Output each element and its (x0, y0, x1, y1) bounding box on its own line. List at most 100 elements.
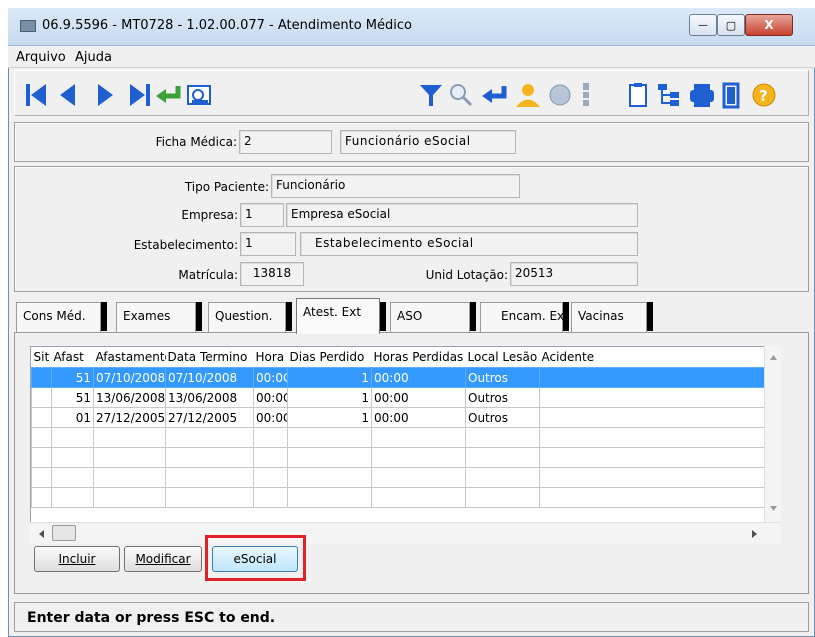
menu-arquivo[interactable]: Arquivo (16, 50, 66, 65)
cell-horas-perdidas: 00:00 (371, 367, 466, 388)
empresa-label: Empresa: (181, 208, 238, 222)
help-icon[interactable]: ? (752, 83, 776, 107)
cell-acidente (539, 367, 766, 388)
clipboard-icon[interactable] (629, 83, 647, 107)
estabelecimento-name-field: Estabelecimento eSocial (300, 232, 638, 256)
tipo-paciente-label: Tipo Paciente: (184, 180, 269, 194)
return-icon[interactable] (156, 86, 181, 103)
cell-afast: 51 (51, 367, 94, 388)
tree-icon[interactable] (658, 84, 679, 106)
close-icon: X (764, 18, 774, 32)
print-icon[interactable] (690, 84, 714, 107)
unid-lotacao-label: Unid Lotação: (425, 268, 508, 282)
col-sit-header[interactable]: Sit (31, 347, 52, 368)
enter-icon[interactable] (482, 86, 507, 103)
table-row[interactable]: 01 27/12/2005 27/12/2005 00:0C 1 00:00 O… (31, 407, 766, 428)
next-record-icon[interactable] (98, 84, 113, 106)
action-toolbar-icons: ? (420, 82, 776, 109)
table-row[interactable]: 51 07/10/2008 07/10/2008 00:0C 1 00:00 O… (31, 367, 766, 388)
cell-horas-perdidas: 00:00 (371, 387, 466, 408)
status-bar: Enter data or press ESC to end. (14, 602, 809, 632)
minimize-button[interactable]: — (689, 14, 717, 36)
filter-icon[interactable] (420, 85, 442, 106)
tab-atest-ext[interactable]: Atest. Ext (296, 298, 380, 334)
search-icon[interactable] (450, 84, 473, 107)
scroll-right-icon (752, 530, 757, 538)
tab-divider (563, 302, 569, 331)
table-row[interactable]: 51 13/06/2008 13/06/2008 00:0C 1 00:00 O… (31, 387, 766, 408)
grid-header-row: Sit Afast Afastamento Data Termino Hora … (31, 347, 766, 368)
cell-local-lesao: Outros (465, 367, 540, 388)
empresa-code-field[interactable]: 1 (240, 203, 284, 227)
col-local-lesao-header[interactable]: Local Lesão (465, 347, 540, 368)
incluir-button[interactable]: Incluir (34, 546, 120, 572)
unid-lotacao-field[interactable]: 20513 (510, 262, 638, 286)
incluir-label: Incluir (58, 552, 96, 566)
tab-divider (380, 302, 386, 331)
modificar-button[interactable]: Modificar (124, 546, 202, 572)
cell-data-termino: 27/12/2005 (165, 407, 254, 428)
cell-afastamento: 13/06/2008 (93, 387, 166, 408)
hscroll-arrows (39, 530, 757, 538)
estabelecimento-code-field[interactable]: 1 (240, 232, 296, 256)
maximize-button[interactable]: ▢ (717, 14, 745, 36)
modificar-label: Modificar (135, 552, 191, 566)
horizontal-scrollbar[interactable] (30, 522, 781, 544)
background (0, 0, 8, 637)
sort-icon[interactable] (583, 83, 589, 106)
grid-table: Sit Afast Afastamento Data Termino Hora … (31, 347, 766, 508)
highlight-box (205, 535, 306, 581)
cell-afast: 51 (51, 387, 94, 408)
svg-text:?: ? (759, 87, 768, 105)
tab-aso[interactable]: ASO (390, 302, 470, 332)
tab-encam-ext[interactable]: Encam. Ext (480, 302, 569, 332)
cell-acidente (539, 407, 766, 428)
tab-question[interactable]: Question. (208, 302, 286, 332)
first-record-icon[interactable] (26, 84, 46, 106)
estabelecimento-label: Estabelecimento: (133, 238, 238, 252)
cell-afastamento: 07/10/2008 (93, 367, 166, 388)
vertical-scrollbar[interactable] (764, 346, 781, 522)
previous-record-icon[interactable] (60, 84, 75, 106)
ficha-label: Ficha Médica: (155, 135, 237, 149)
empty-row (31, 467, 766, 488)
stop-icon[interactable] (549, 84, 571, 106)
user-icon[interactable] (516, 84, 540, 107)
atestados-grid[interactable]: Sit Afast Afastamento Data Termino Hora … (30, 346, 781, 544)
empty-row (31, 447, 766, 468)
scroll-down-icon (770, 506, 777, 511)
cell-hora: 00:0C (253, 387, 288, 408)
tab-cons-med[interactable]: Cons Méd. (16, 302, 101, 332)
maximize-icon: ▢ (725, 18, 737, 32)
tab-divider (101, 302, 107, 331)
col-dias-perdido-header[interactable]: Dias Perdido (287, 347, 372, 368)
last-record-icon[interactable] (130, 84, 150, 106)
tab-divider (196, 302, 202, 331)
close-button[interactable]: X (745, 14, 793, 36)
empty-row (31, 427, 766, 448)
col-afastamento-header[interactable]: Afastamento (93, 347, 166, 368)
menu-ajuda[interactable]: Ajuda (75, 50, 112, 65)
col-horas-perdidas-header[interactable]: Horas Perdidas (371, 347, 466, 368)
scroll-thumb[interactable] (52, 525, 76, 541)
ficha-name-field: Funcionário eSocial (340, 130, 516, 154)
ficha-field[interactable]: 2 (239, 130, 332, 154)
cell-sit (31, 407, 52, 428)
col-acidente-header[interactable]: Acidente (539, 347, 766, 368)
preview-icon[interactable] (187, 85, 211, 105)
cell-data-termino: 13/06/2008 (165, 387, 254, 408)
cell-sit (31, 387, 52, 408)
tipo-paciente-field[interactable]: Funcionário (271, 174, 520, 198)
tab-exames[interactable]: Exames (116, 302, 196, 332)
menu-bar (8, 46, 815, 68)
col-afast-header[interactable]: Afast (51, 347, 94, 368)
exit-icon[interactable] (722, 82, 740, 109)
cell-hora: 00:0C (253, 407, 288, 428)
nav-toolbar-icons (26, 84, 211, 106)
col-hora-header[interactable]: Hora (253, 347, 288, 368)
matricula-field[interactable]: 13818 (240, 262, 304, 286)
cell-acidente (539, 387, 766, 408)
col-data-termino-header[interactable]: Data Termino (165, 347, 254, 368)
tab-divider (647, 302, 653, 331)
tab-vacinas[interactable]: Vacinas (571, 302, 647, 332)
